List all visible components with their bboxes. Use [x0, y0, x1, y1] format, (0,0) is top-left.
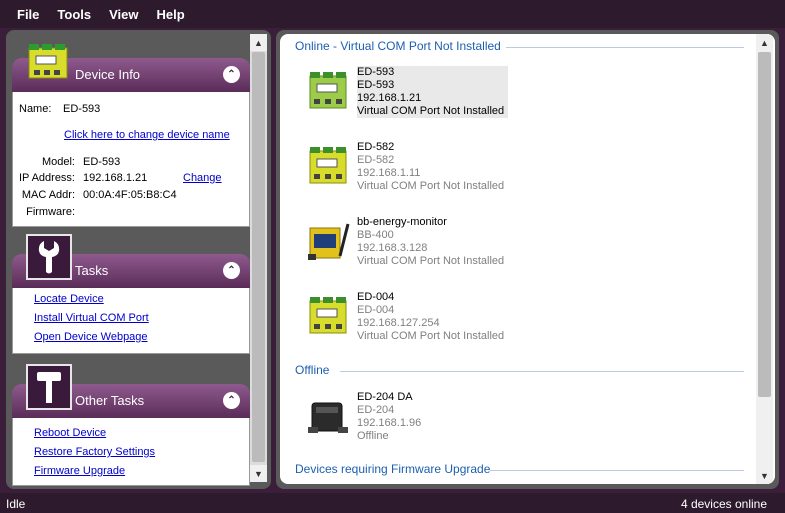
device-name: ED-204 DA — [357, 391, 413, 403]
firmware-group-divider — [490, 470, 744, 471]
device-model: ED-204 — [357, 404, 395, 416]
scroll-up-icon[interactable]: ▲ — [756, 34, 773, 51]
scroll-down-icon[interactable]: ▼ — [756, 467, 773, 484]
device-name: bb-energy-monitor — [357, 216, 447, 228]
status-text: Idle — [6, 497, 26, 511]
device-item[interactable]: ED-004 ED-004 192.168.127.254 Virtual CO… — [306, 289, 566, 345]
device-details: bb-energy-monitor BB-400 192.168.3.128 V… — [357, 216, 504, 268]
device-list-panel: Online - Virtual COM Port Not Installed … — [276, 30, 779, 489]
device-ip: 192.168.1.96 — [357, 417, 422, 429]
device-info-section: Name: ED-593 Click here to change device… — [12, 90, 250, 227]
restore-factory-settings-link[interactable]: Restore Factory Settings — [34, 446, 155, 458]
wrench-icon — [26, 234, 72, 280]
scroll-up-icon[interactable]: ▲ — [250, 34, 267, 51]
device-info-title: Device Info — [75, 67, 141, 82]
device-status: Offline — [357, 430, 389, 442]
device-model: ED-593 — [357, 79, 395, 91]
device-status: Virtual COM Port Not Installed — [357, 255, 505, 267]
ip-address-value: 192.168.1.21 — [83, 172, 148, 184]
tasks-section: Locate Device Install Virtual COM Port O… — [12, 286, 250, 354]
device-icon — [308, 223, 350, 260]
device-ip: 192.168.1.11 — [357, 167, 421, 179]
device-ip: 192.168.3.128 — [357, 242, 428, 254]
mac-address-value: 00:0A:4F:05:B8:C4 — [83, 189, 177, 201]
device-item[interactable]: ED-593 ED-593 192.168.1.21 Virtual COM P… — [306, 64, 566, 120]
other-tasks-section: Reboot Device Restore Factory Settings F… — [12, 416, 250, 486]
device-icon — [308, 402, 348, 433]
scroll-down-icon[interactable]: ▼ — [250, 465, 267, 482]
device-icon — [309, 297, 347, 334]
firmware-group-title: Devices requiring Firmware Upgrade — [295, 462, 491, 476]
device-details: ED-204 DA ED-204 192.168.1.96 Offline — [357, 391, 421, 443]
menu-file[interactable]: File — [8, 7, 48, 22]
scroll-thumb[interactable] — [252, 52, 265, 462]
devices-online-count: 4 devices online — [680, 497, 767, 511]
task-panel: Name: ED-593 Click here to change device… — [6, 30, 271, 489]
device-name: ED-582 — [357, 141, 395, 153]
device-ip: 192.168.1.21 — [357, 92, 422, 104]
model-label: Model: — [41, 156, 75, 168]
device-name: ED-004 — [357, 291, 395, 303]
device-details: ED-593 ED-593 192.168.1.21 Virtual COM P… — [357, 66, 509, 118]
device-model: ED-582 — [357, 154, 395, 166]
device-icon — [309, 147, 347, 184]
firmware-upgrade-link[interactable]: Firmware Upgrade — [34, 465, 125, 477]
menu-bar: File Tools View Help — [0, 0, 785, 28]
device-details: ED-004 ED-004 192.168.127.254 Virtual CO… — [357, 291, 504, 343]
online-group-divider — [506, 47, 744, 48]
name-label: Name: — [19, 103, 52, 115]
change-ip-link[interactable]: Change — [183, 172, 222, 184]
right-scrollbar[interactable]: ▲ ▼ — [756, 34, 773, 484]
menu-help[interactable]: Help — [148, 7, 194, 22]
online-group-title: Online - Virtual COM Port Not Installed — [295, 39, 501, 53]
hammer-icon — [26, 364, 72, 410]
mac-address-label: MAC Addr: — [21, 189, 75, 201]
locate-device-link[interactable]: Locate Device — [34, 293, 104, 305]
ip-address-label: IP Address: — [18, 172, 75, 184]
model-value: ED-593 — [83, 156, 121, 168]
device-model: BB-400 — [357, 229, 394, 241]
collapse-other-tasks-button[interactable]: ⌃ — [223, 392, 240, 409]
device-details: ED-582 ED-582 192.168.1.11 Virtual COM P… — [357, 141, 504, 193]
firmware-label: Firmware: — [26, 206, 75, 218]
device-ip: 192.168.127.254 — [357, 317, 440, 329]
install-virtual-com-port-link[interactable]: Install Virtual COM Port — [34, 312, 149, 324]
device-status: Virtual COM Port Not Installed — [357, 105, 505, 117]
device-icon — [28, 44, 68, 79]
name-value: ED-593 — [63, 103, 101, 115]
menu-tools[interactable]: Tools — [48, 7, 100, 22]
device-model: ED-004 — [357, 304, 395, 316]
status-bar: Idle 4 devices online — [0, 493, 785, 513]
collapse-device-info-button[interactable]: ⌃ — [223, 66, 240, 83]
device-item[interactable]: bb-energy-monitor BB-400 192.168.3.128 V… — [306, 214, 566, 270]
offline-group-title: Offline — [295, 363, 330, 377]
tasks-title: Tasks — [75, 263, 109, 278]
offline-group-divider — [340, 371, 744, 372]
device-name: ED-593 — [357, 66, 395, 78]
device-status: Virtual COM Port Not Installed — [357, 180, 505, 192]
device-item[interactable]: ED-204 DA ED-204 192.168.1.96 Offline — [306, 389, 566, 445]
left-scrollbar[interactable]: ▲ ▼ — [250, 34, 267, 482]
other-tasks-title: Other Tasks — [75, 393, 145, 408]
collapse-tasks-button[interactable]: ⌃ — [223, 262, 240, 279]
reboot-device-link[interactable]: Reboot Device — [34, 427, 106, 439]
change-device-name-link[interactable]: Click here to change device name — [64, 129, 230, 141]
device-item[interactable]: ED-582 ED-582 192.168.1.11 Virtual COM P… — [306, 139, 566, 195]
menu-view[interactable]: View — [100, 7, 147, 22]
scroll-thumb[interactable] — [758, 52, 771, 397]
device-status: Virtual COM Port Not Installed — [357, 330, 505, 342]
open-device-webpage-link[interactable]: Open Device Webpage — [34, 331, 148, 343]
device-icon — [309, 72, 347, 109]
